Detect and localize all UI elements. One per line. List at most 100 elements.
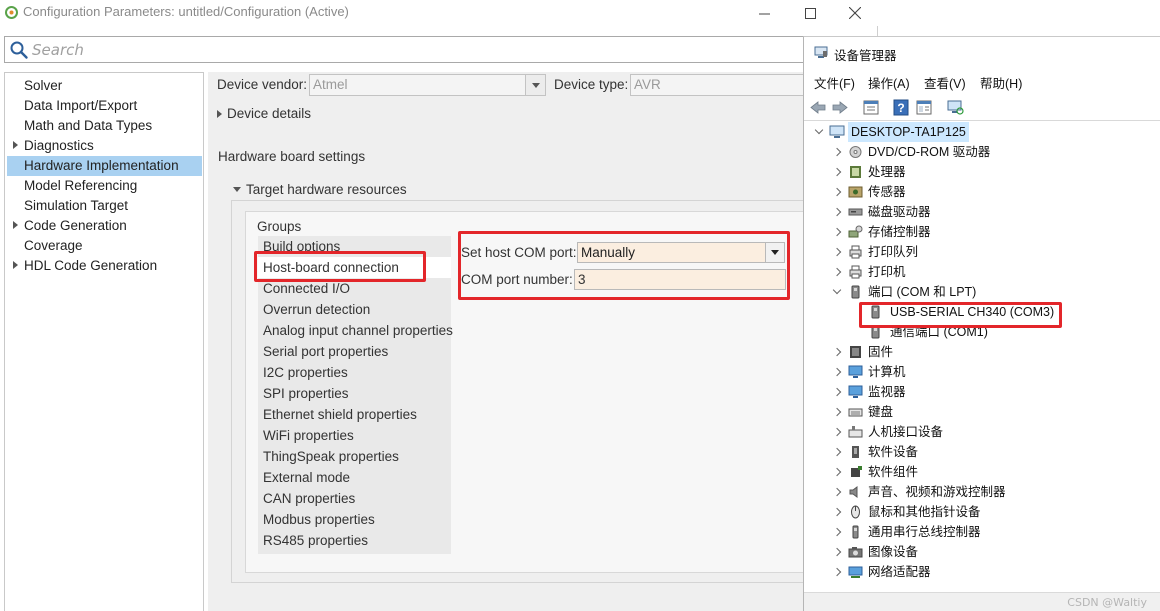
expand-arrow-icon[interactable] — [13, 136, 18, 156]
chevron-down-icon[interactable] — [814, 122, 824, 142]
chevron-right-icon[interactable] — [832, 182, 842, 202]
group-modbus-properties[interactable]: Modbus properties — [258, 509, 451, 530]
group-label: Ethernet shield properties — [263, 407, 417, 422]
chevron-right-icon[interactable] — [832, 162, 842, 182]
chevron-right-icon[interactable] — [832, 202, 842, 222]
close-button[interactable] — [832, 0, 878, 26]
maximize-button[interactable] — [787, 0, 833, 26]
com-port-number-input[interactable]: 3 — [574, 269, 786, 290]
nav-item-hdl-code-generation[interactable]: HDL Code Generation — [7, 256, 202, 276]
chevron-right-icon[interactable] — [832, 502, 842, 522]
tree-category-item[interactable]: 存储控制器 — [804, 222, 1160, 242]
nav-item-math-and-data-types[interactable]: Math and Data Types — [7, 116, 202, 136]
tree-item-label: 磁盘驱动器 — [868, 205, 931, 219]
chevron-right-icon[interactable] — [832, 402, 842, 422]
tree-category-item[interactable]: 网络适配器 — [804, 562, 1160, 582]
details-view-icon[interactable] — [915, 99, 933, 116]
nav-item-diagnostics[interactable]: Diagnostics — [7, 136, 202, 156]
group-spi-properties[interactable]: SPI properties — [258, 383, 451, 404]
tree-category-item[interactable]: 固件 — [804, 342, 1160, 362]
nav-item-simulation-target[interactable]: Simulation Target — [7, 196, 202, 216]
tree-root-computer[interactable]: DESKTOP-TA1P125 — [804, 122, 1160, 142]
chevron-down-icon[interactable] — [832, 282, 842, 302]
group-build-options[interactable]: Build options — [258, 236, 451, 257]
group-wifi-properties[interactable]: WiFi properties — [258, 425, 451, 446]
target-hardware-resources-toggle[interactable]: Target hardware resources — [233, 182, 407, 197]
tree-category-item[interactable]: 传感器 — [804, 182, 1160, 202]
nav-item-code-generation[interactable]: Code Generation — [7, 216, 202, 236]
chevron-right-icon[interactable] — [832, 562, 842, 582]
chevron-right-icon[interactable] — [832, 542, 842, 562]
minimize-button[interactable] — [741, 0, 787, 26]
tree-category-item[interactable]: 端口 (COM 和 LPT) — [804, 282, 1160, 302]
group-overrun-detection[interactable]: Overrun detection — [258, 299, 451, 320]
group-connected-io[interactable]: Connected I/O — [258, 278, 451, 299]
chevron-right-icon[interactable] — [832, 382, 842, 402]
help-icon[interactable]: ? — [892, 99, 910, 116]
group-can-properties[interactable]: CAN properties — [258, 488, 451, 509]
forward-arrow-icon[interactable] — [831, 99, 849, 116]
chevron-right-icon[interactable] — [832, 242, 842, 262]
search-input[interactable] — [32, 38, 792, 61]
properties-grid-icon[interactable] — [862, 99, 880, 116]
device-vendor-select[interactable]: Atmel — [309, 74, 546, 96]
tree-category-item[interactable]: 监视器 — [804, 382, 1160, 402]
chevron-down-icon[interactable] — [525, 75, 545, 95]
nav-item-coverage[interactable]: Coverage — [7, 236, 202, 256]
tree-root-label: DESKTOP-TA1P125 — [848, 122, 969, 142]
chevron-right-icon[interactable] — [832, 482, 842, 502]
chevron-right-icon[interactable] — [832, 342, 842, 362]
menu-action[interactable]: 操作(A) — [868, 73, 910, 92]
tree-category-item[interactable]: DVD/CD-ROM 驱动器 — [804, 142, 1160, 162]
device-details-toggle[interactable]: Device details — [217, 106, 311, 121]
chevron-right-icon[interactable] — [832, 362, 842, 382]
nav-item-model-referencing[interactable]: Model Referencing — [7, 176, 202, 196]
tree-category-item[interactable]: 通用串行总线控制器 — [804, 522, 1160, 542]
back-arrow-icon[interactable] — [809, 99, 827, 116]
expand-arrow-icon[interactable] — [13, 256, 18, 276]
group-ethernet-shield-properties[interactable]: Ethernet shield properties — [258, 404, 451, 425]
chevron-right-icon[interactable] — [832, 142, 842, 162]
device-manager-toolbar: ? — [804, 95, 1160, 121]
nav-item-data-import-export[interactable]: Data Import/Export — [7, 96, 202, 116]
tree-category-item[interactable]: 磁盘驱动器 — [804, 202, 1160, 222]
chevron-down-icon[interactable] — [765, 243, 784, 262]
scan-hardware-icon[interactable] — [946, 99, 964, 116]
tree-category-item[interactable]: 处理器 — [804, 162, 1160, 182]
tree-category-item[interactable]: 软件组件 — [804, 462, 1160, 482]
group-host-board-connection[interactable]: Host-board connection — [258, 257, 451, 278]
chevron-right-icon[interactable] — [832, 422, 842, 442]
group-rs485-properties[interactable]: RS485 properties — [258, 530, 451, 551]
menu-view[interactable]: 查看(V) — [924, 73, 966, 92]
tree-device-item[interactable]: USB-SERIAL CH340 (COM3) — [804, 302, 1160, 322]
chevron-right-icon[interactable] — [832, 462, 842, 482]
tree-category-item[interactable]: 软件设备 — [804, 442, 1160, 462]
menu-help[interactable]: 帮助(H) — [980, 73, 1022, 92]
chevron-right-icon[interactable] — [832, 262, 842, 282]
tree-device-item[interactable]: 通信端口 (COM1) — [804, 322, 1160, 342]
set-host-com-port-select[interactable]: Manually — [577, 242, 785, 263]
tree-category-item[interactable]: 打印机 — [804, 262, 1160, 282]
group-analog-input-channel-properties[interactable]: Analog input channel properties — [258, 320, 453, 341]
group-label: Analog input channel properties — [263, 323, 453, 338]
tree-category-item[interactable]: 打印队列 — [804, 242, 1160, 262]
nav-item-hardware-implementation[interactable]: Hardware Implementation — [7, 156, 202, 176]
device-details-label: Device details — [227, 106, 312, 121]
chevron-right-icon[interactable] — [832, 442, 842, 462]
expand-arrow-icon[interactable] — [13, 216, 18, 236]
group-serial-port-properties[interactable]: Serial port properties — [258, 341, 451, 362]
tree-category-item[interactable]: 鼠标和其他指针设备 — [804, 502, 1160, 522]
chevron-right-icon[interactable] — [832, 522, 842, 542]
menu-file[interactable]: 文件(F) — [814, 73, 855, 92]
group-thingspeak-properties[interactable]: ThingSpeak properties — [258, 446, 451, 467]
device-type-select[interactable]: AVR — [630, 74, 803, 96]
group-i2c-properties[interactable]: I2C properties — [258, 362, 451, 383]
tree-category-item[interactable]: 图像设备 — [804, 542, 1160, 562]
tree-category-item[interactable]: 声音、视频和游戏控制器 — [804, 482, 1160, 502]
tree-category-item[interactable]: 计算机 — [804, 362, 1160, 382]
group-external-mode[interactable]: External mode — [258, 467, 451, 488]
nav-item-solver[interactable]: Solver — [7, 76, 202, 96]
tree-category-item[interactable]: 人机接口设备 — [804, 422, 1160, 442]
tree-category-item[interactable]: 键盘 — [804, 402, 1160, 422]
chevron-right-icon[interactable] — [832, 222, 842, 242]
